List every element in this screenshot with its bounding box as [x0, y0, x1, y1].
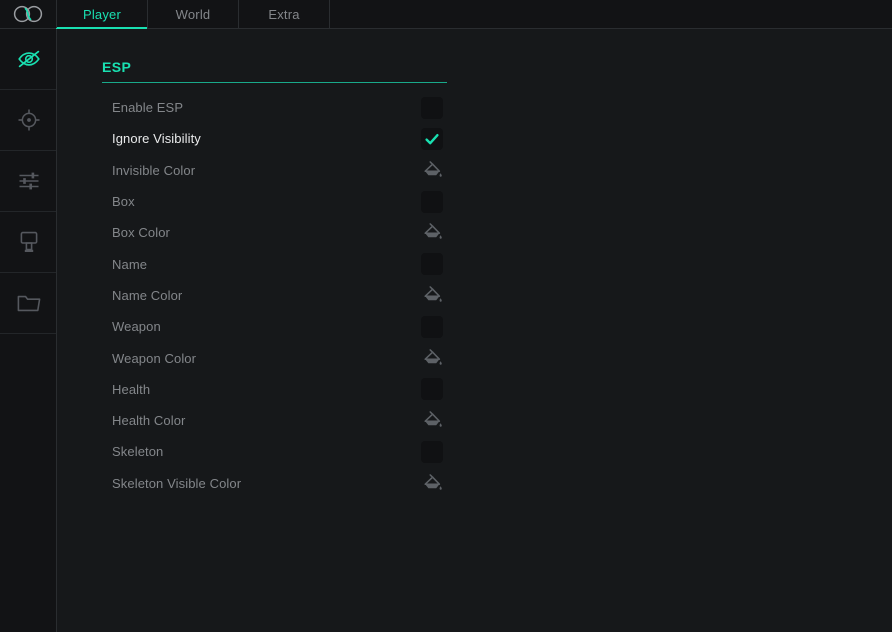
option-control	[419, 408, 445, 434]
option-row-enable-esp[interactable]: Enable ESP	[102, 92, 447, 123]
option-control	[419, 439, 445, 465]
option-control	[419, 95, 445, 121]
option-control	[419, 470, 445, 496]
option-label: Skeleton	[112, 444, 164, 460]
crosshair-icon	[17, 108, 41, 132]
option-control	[419, 220, 445, 246]
option-control	[419, 126, 445, 152]
paint-bucket-icon[interactable]	[420, 346, 444, 370]
option-row-skeleton[interactable]: Skeleton	[102, 436, 447, 467]
tab-player[interactable]: Player	[57, 0, 148, 29]
option-control	[419, 282, 445, 308]
tab-world-label: World	[175, 6, 211, 22]
option-row-weapon[interactable]: Weapon	[102, 311, 447, 342]
tab-bar: Player World Extra	[57, 0, 330, 29]
paint-bucket-icon[interactable]	[420, 158, 444, 182]
option-label: Name	[112, 256, 148, 272]
content-area: ESP Enable ESP Ignore Visibility Invisib…	[57, 29, 892, 632]
option-row-name-color[interactable]: Name Color	[102, 280, 447, 311]
checkbox-name[interactable]	[421, 253, 443, 276]
option-label: Box	[112, 194, 135, 210]
option-row-invisible-color[interactable]: Invisible Color	[102, 155, 447, 186]
tab-extra[interactable]: Extra	[239, 0, 330, 28]
panel-title: ESP	[102, 59, 447, 83]
checkbox-weapon[interactable]	[421, 315, 443, 338]
option-row-skeleton-visible-color[interactable]: Skeleton Visible Color	[102, 468, 447, 499]
option-list: Enable ESP Ignore Visibility Invisible C…	[102, 92, 447, 499]
option-control	[419, 345, 445, 371]
option-row-health-color[interactable]: Health Color	[102, 405, 447, 436]
sidebar-item-aim[interactable]	[0, 90, 57, 151]
sidebar-item-configs[interactable]	[0, 273, 57, 334]
paint-bucket-icon[interactable]	[420, 221, 444, 245]
top-bar: Player World Extra	[0, 0, 892, 29]
option-label: Box Color	[112, 225, 170, 241]
tab-player-label: Player	[82, 6, 122, 22]
option-row-name[interactable]: Name	[102, 248, 447, 279]
option-label: Name Color	[112, 287, 183, 303]
checkbox-skeleton[interactable]	[421, 440, 443, 463]
checkbox-health[interactable]	[421, 378, 443, 401]
stamp-icon	[18, 230, 40, 254]
checkbox-enable-esp[interactable]	[421, 96, 443, 119]
option-row-box[interactable]: Box	[102, 186, 447, 217]
option-label: Health	[112, 381, 151, 397]
paint-bucket-icon[interactable]	[420, 283, 444, 307]
option-control	[419, 157, 445, 183]
folder-icon	[16, 292, 42, 314]
checkbox-ignore-visibility[interactable]	[421, 127, 443, 150]
option-label: Invisible Color	[112, 162, 196, 178]
esp-panel: ESP Enable ESP Ignore Visibility Invisib…	[102, 59, 447, 499]
app-logo[interactable]	[0, 0, 57, 28]
option-row-health[interactable]: Health	[102, 374, 447, 405]
option-label: Enable ESP	[112, 100, 184, 116]
option-control	[419, 189, 445, 215]
tab-extra-label: Extra	[268, 6, 300, 22]
tab-world[interactable]: World	[148, 0, 239, 28]
option-label: Health Color	[112, 413, 186, 429]
option-label: Skeleton Visible Color	[112, 475, 242, 491]
option-control	[419, 251, 445, 277]
option-row-box-color[interactable]: Box Color	[102, 217, 447, 248]
option-control	[419, 314, 445, 340]
option-row-ignore-visibility[interactable]: Ignore Visibility	[102, 123, 447, 154]
sidebar-item-settings[interactable]	[0, 151, 57, 212]
option-label: Ignore Visibility	[112, 131, 201, 147]
option-label: Weapon	[112, 319, 161, 335]
sliders-icon	[17, 169, 41, 193]
option-label: Weapon Color	[112, 350, 197, 366]
checkbox-box[interactable]	[421, 190, 443, 213]
eye-slash-icon	[16, 46, 42, 72]
sidebar-item-skins[interactable]	[0, 212, 57, 273]
paint-bucket-icon[interactable]	[420, 471, 444, 495]
sidebar	[0, 28, 58, 632]
app-window: Player World Extra ESP Enable ESP Ignore…	[0, 0, 892, 632]
sidebar-item-esp[interactable]	[0, 28, 58, 90]
option-row-weapon-color[interactable]: Weapon Color	[102, 342, 447, 373]
option-control	[419, 376, 445, 402]
infinity-logo-icon	[13, 5, 43, 23]
paint-bucket-icon[interactable]	[420, 409, 444, 433]
